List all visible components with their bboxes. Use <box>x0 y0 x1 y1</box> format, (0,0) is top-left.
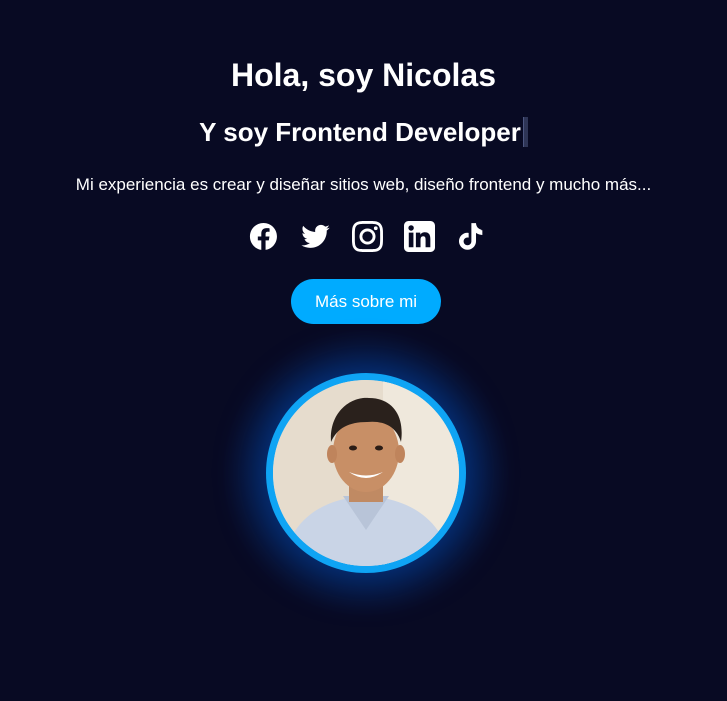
tiktok-icon <box>458 222 483 250</box>
linkedin-icon <box>404 220 435 252</box>
instagram-icon <box>352 220 383 252</box>
facebook-icon <box>249 222 277 250</box>
bio-text: Mi experiencia es crear y diseñar sitios… <box>75 175 652 194</box>
hero-section: Hola, soy Nicolas Y soy Frontend Develop… <box>0 0 727 701</box>
twitter-icon <box>301 224 330 248</box>
social-links <box>4 220 727 252</box>
about-me-button[interactable]: Más sobre mi <box>291 279 441 324</box>
avatar <box>273 380 459 566</box>
instagram-link[interactable] <box>352 220 384 252</box>
twitter-link[interactable] <box>300 220 332 252</box>
linkedin-link[interactable] <box>404 220 436 252</box>
role-heading: Y soy Frontend Developer <box>0 116 727 148</box>
role-text: Y soy Frontend Developer <box>199 117 521 147</box>
typing-cursor <box>522 117 528 147</box>
tiktok-link[interactable] <box>456 220 488 252</box>
avatar-ring <box>266 373 466 573</box>
facebook-link[interactable] <box>248 220 280 252</box>
profile-photo <box>273 380 459 566</box>
greeting-heading: Hola, soy Nicolas <box>231 57 496 93</box>
